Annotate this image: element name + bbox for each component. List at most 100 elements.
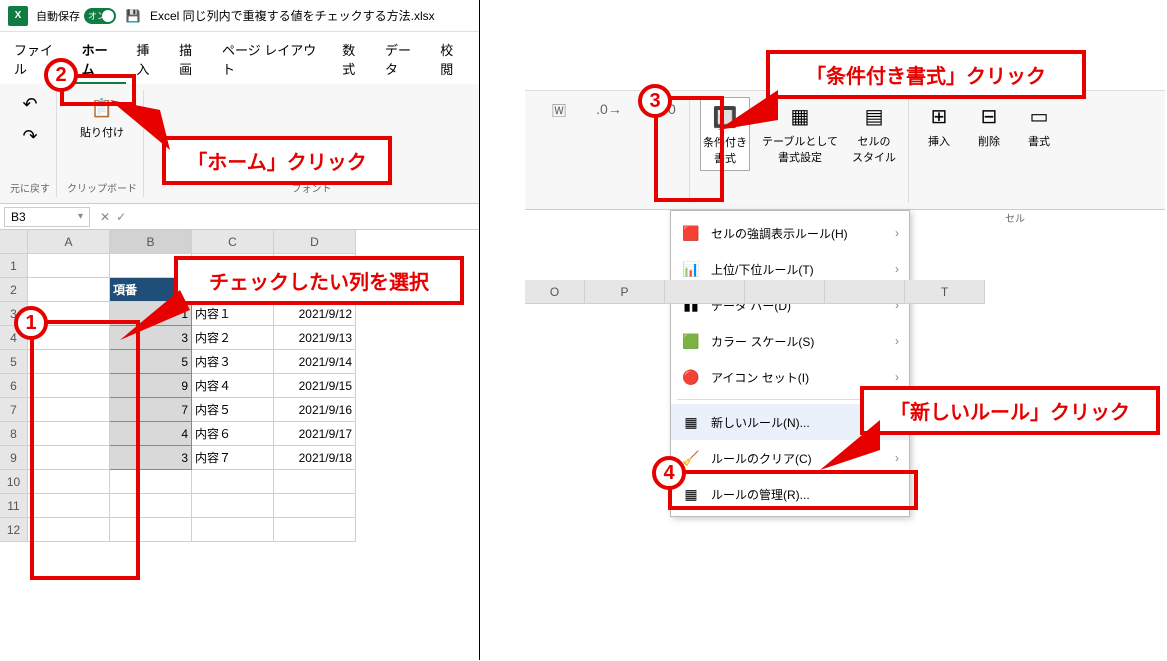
cell[interactable] (28, 302, 110, 326)
col-header[interactable]: O (525, 280, 585, 304)
cell[interactable]: 内容５ (192, 398, 274, 422)
cell[interactable] (274, 254, 356, 278)
cell[interactable]: 2021/9/18 (274, 446, 356, 470)
decrease-decimal-button[interactable]: .0→ (589, 97, 629, 121)
toggle-on-icon[interactable]: オン (84, 8, 116, 24)
table-header-cell[interactable]: 項番▾ (110, 278, 192, 302)
cell[interactable] (28, 254, 110, 278)
confirm-icon[interactable]: ✓ (116, 210, 126, 224)
tab-page-layout[interactable]: ページ レイアウト (214, 36, 332, 84)
row-header[interactable]: 9 (0, 446, 28, 470)
cell[interactable]: 5 (110, 350, 192, 374)
tab-insert[interactable]: 挿入 (128, 36, 169, 84)
cell[interactable] (110, 254, 192, 278)
delete-cells-button[interactable]: ⊟ 削除 (969, 97, 1009, 153)
paste-button[interactable]: 📋 貼り付け (78, 90, 126, 144)
cancel-icon[interactable]: ✕ (100, 210, 110, 224)
cf-manage-rules[interactable]: ▦ ルールの管理(R)... (671, 476, 909, 512)
cell[interactable] (28, 518, 110, 542)
cell[interactable]: 内容３ (192, 350, 274, 374)
cell[interactable] (110, 470, 192, 494)
row-header[interactable]: 2 (0, 278, 28, 302)
cell[interactable]: 3 (110, 446, 192, 470)
col-header[interactable]: P (585, 280, 665, 304)
row-header[interactable]: 8 (0, 422, 28, 446)
undo-icon[interactable]: ↶ (16, 90, 44, 118)
redo-icon[interactable]: ↷ (16, 122, 44, 150)
cell[interactable] (28, 350, 110, 374)
tab-formulas[interactable]: 数式 (334, 36, 375, 84)
cell[interactable] (192, 494, 274, 518)
row-header[interactable]: 7 (0, 398, 28, 422)
cell[interactable] (28, 326, 110, 350)
cell[interactable]: 2021/9/17 (274, 422, 356, 446)
cell[interactable] (192, 518, 274, 542)
cf-new-rule[interactable]: ▦ 新しいルール(N)... (671, 404, 909, 440)
col-header[interactable] (665, 280, 745, 304)
select-all-corner[interactable] (0, 230, 28, 254)
worksheet-grid-right[interactable]: O P T (525, 280, 1165, 304)
cell[interactable]: 内容７ (192, 446, 274, 470)
table-header-cell[interactable]: 内容▾ (192, 278, 274, 302)
col-header[interactable]: C (192, 230, 274, 254)
worksheet-grid[interactable]: A B C D 1 2 項番▾ 内容▾ 実施日 3 1 内容１ 2021/9/1… (0, 230, 479, 542)
cell[interactable] (274, 494, 356, 518)
cell[interactable] (110, 518, 192, 542)
increase-decimal-button[interactable]: →.00 (639, 97, 679, 121)
col-header[interactable] (745, 280, 825, 304)
cell[interactable]: 2021/9/16 (274, 398, 356, 422)
format-as-table-button[interactable]: ▦ テーブルとして 書式設定 (760, 97, 840, 169)
filter-dropdown-icon[interactable]: ▾ (175, 282, 189, 296)
row-header[interactable]: 6 (0, 374, 28, 398)
col-header[interactable]: D (274, 230, 356, 254)
cell[interactable]: 内容４ (192, 374, 274, 398)
row-header[interactable]: 12 (0, 518, 28, 542)
tab-data[interactable]: データ (377, 36, 430, 84)
chevron-down-icon[interactable]: ▾ (78, 211, 83, 222)
cell[interactable] (28, 446, 110, 470)
cf-icon-sets[interactable]: 🔴 アイコン セット(I) › (671, 359, 909, 395)
row-header[interactable]: 1 (0, 254, 28, 278)
row-header[interactable]: 3 (0, 302, 28, 326)
cell[interactable] (28, 494, 110, 518)
conditional-formatting-button[interactable]: 🔲 条件付き 書式 (700, 97, 750, 171)
cell[interactable]: 2021/9/15 (274, 374, 356, 398)
cell[interactable]: 2021/9/14 (274, 350, 356, 374)
cell[interactable] (28, 398, 110, 422)
cf-color-scales[interactable]: 🟩 カラー スケール(S) › (671, 323, 909, 359)
row-header[interactable]: 10 (0, 470, 28, 494)
cell[interactable] (192, 470, 274, 494)
cell[interactable] (274, 470, 356, 494)
table-header-cell[interactable]: 実施日 (274, 278, 356, 302)
tab-draw[interactable]: 描画 (171, 36, 212, 84)
save-icon[interactable]: 💾 (124, 7, 142, 25)
col-header[interactable]: B (110, 230, 192, 254)
cell[interactable]: 内容６ (192, 422, 274, 446)
format-cells-button[interactable]: ▭ 書式 (1019, 97, 1059, 153)
cf-clear-rules[interactable]: 🧹 ルールのクリア(C) › (671, 440, 909, 476)
cell[interactable] (28, 422, 110, 446)
cell[interactable]: 2021/9/13 (274, 326, 356, 350)
autosave-toggle[interactable]: 自動保存 オン (36, 8, 116, 24)
comma-style-button[interactable]: 🅆 (539, 97, 579, 125)
cell[interactable]: 3 (110, 326, 192, 350)
row-header[interactable]: 5 (0, 350, 28, 374)
row-header[interactable]: 4 (0, 326, 28, 350)
cell[interactable] (28, 470, 110, 494)
filter-dropdown-icon[interactable]: ▾ (257, 282, 271, 296)
col-header[interactable]: A (28, 230, 110, 254)
cell[interactable]: 2021/9/12 (274, 302, 356, 326)
tab-file[interactable]: ファイル (6, 36, 72, 84)
cell[interactable]: 内容１ (192, 302, 274, 326)
cf-highlight-rules[interactable]: 🟥 セルの強調表示ルール(H) › (671, 215, 909, 251)
cell[interactable] (192, 254, 274, 278)
insert-cells-button[interactable]: ⊞ 挿入 (919, 97, 959, 153)
col-header[interactable] (825, 280, 905, 304)
cell[interactable] (110, 494, 192, 518)
tab-home[interactable]: ホーム (74, 36, 127, 84)
cell-styles-button[interactable]: ▤ セルの スタイル (850, 97, 898, 169)
cell[interactable]: 内容２ (192, 326, 274, 350)
cell[interactable]: 1 (110, 302, 192, 326)
col-header[interactable]: T (905, 280, 985, 304)
row-header[interactable]: 11 (0, 494, 28, 518)
